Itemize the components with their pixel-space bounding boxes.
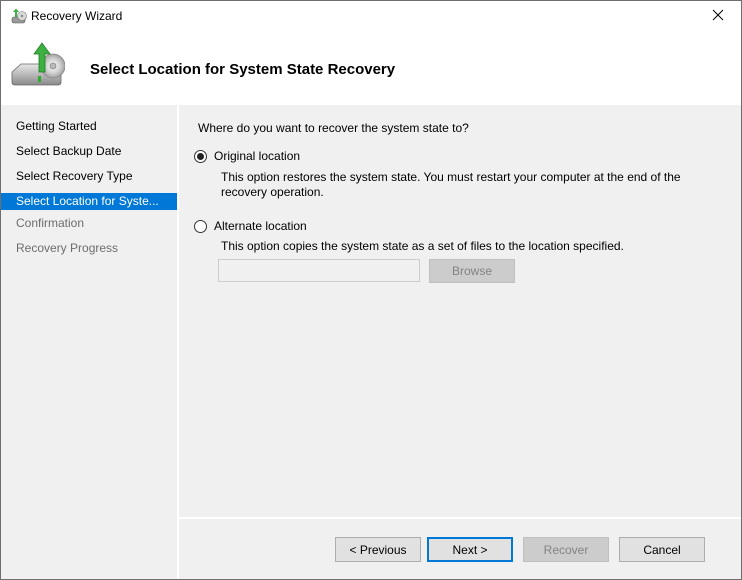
sidebar-item-confirmation: Confirmation bbox=[16, 216, 85, 230]
original-location-description: This option restores the system state. Y… bbox=[221, 170, 721, 200]
close-button[interactable] bbox=[695, 1, 741, 32]
original-location-radio-option[interactable]: Original location bbox=[194, 149, 300, 163]
wizard-header: Select Location for System State Recover… bbox=[1, 32, 741, 105]
backup-drive-restore-icon bbox=[9, 38, 66, 94]
alternate-location-radio-option[interactable]: Alternate location bbox=[194, 219, 307, 233]
original-location-description-line2: recovery operation. bbox=[221, 185, 324, 199]
cancel-button[interactable]: Cancel bbox=[619, 537, 705, 562]
page-title: Select Location for System State Recover… bbox=[90, 61, 396, 78]
sidebar-item-getting-started[interactable]: Getting Started bbox=[1, 118, 177, 135]
browse-button[interactable]: Browse bbox=[429, 259, 515, 283]
next-button[interactable]: Next > bbox=[427, 537, 513, 562]
wizard-content: Where do you want to recover the system … bbox=[179, 105, 741, 579]
previous-button[interactable]: < Previous bbox=[335, 537, 421, 562]
alternate-location-description: This option copies the system state as a… bbox=[221, 239, 624, 253]
location-question: Where do you want to recover the system … bbox=[198, 121, 469, 135]
alternate-location-label: Alternate location bbox=[214, 219, 307, 233]
title-bar: Recovery Wizard bbox=[1, 1, 741, 32]
recover-button[interactable]: Recover bbox=[523, 537, 609, 562]
alternate-location-radio[interactable] bbox=[194, 219, 207, 233]
original-location-description-line1: This option restores the system state. Y… bbox=[221, 170, 681, 184]
original-location-radio[interactable] bbox=[194, 149, 207, 163]
sidebar-item-select-backup-date[interactable]: Select Backup Date bbox=[1, 143, 177, 160]
window-title: Recovery Wizard bbox=[31, 9, 123, 23]
footer-divider bbox=[179, 517, 741, 519]
sidebar-item-select-location[interactable]: Select Location for Syste... bbox=[1, 193, 177, 210]
wizard-steps-sidebar: Getting Started Select Backup Date Selec… bbox=[1, 105, 177, 579]
recovery-wizard-window: Recovery Wizard Select Location for Syst… bbox=[0, 0, 742, 580]
original-location-label: Original location bbox=[214, 149, 301, 163]
close-icon bbox=[712, 9, 724, 24]
radio-selected-dot bbox=[197, 152, 204, 160]
recovery-wizard-app-icon bbox=[11, 8, 28, 25]
sidebar-item-select-recovery-type[interactable]: Select Recovery Type bbox=[1, 168, 177, 185]
sidebar-item-recovery-progress: Recovery Progress bbox=[16, 241, 119, 255]
alternate-location-path-input[interactable] bbox=[218, 259, 420, 282]
